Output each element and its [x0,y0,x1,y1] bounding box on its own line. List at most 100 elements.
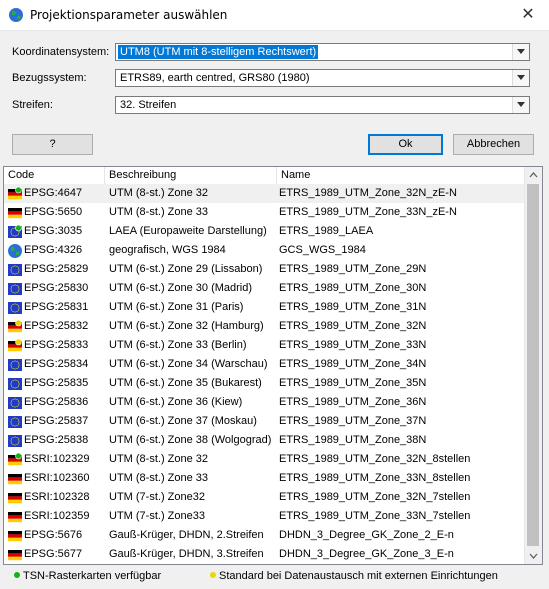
cell-name: ETRS_1989_UTM_Zone_29N [279,263,427,275]
eu-flag-icon [8,435,22,447]
scroll-down-icon[interactable] [525,547,542,564]
chevron-down-icon[interactable] [512,44,529,60]
scrollbar-thumb[interactable] [527,184,539,546]
eu-flag-icon [8,416,22,428]
table-row[interactable]: ESRI:102359 UTM (7-st.) Zone33 ETRS_1989_U… [4,507,527,526]
cell-beschreibung: UTM (6-st.) Zone 34 (Warschau) [109,358,268,370]
cell-code: EPSG:25836 [24,396,89,408]
cell-beschreibung: UTM (6-st.) Zone 32 (Hamburg) [109,320,264,332]
germany-flag-icon [8,338,22,352]
cell-beschreibung: Gauß-Krüger, DHDN, 2.Streifen [109,529,264,541]
chevron-down-icon[interactable] [512,70,529,86]
green-dot-icon [14,572,20,578]
vertical-scrollbar[interactable] [524,167,542,564]
table-row[interactable]: EPSG:25831 UTM (6-st.) Zone 31 (Paris) ETR… [4,298,527,317]
koordinatensystem-label: Koordinatensystem: [12,46,110,58]
germany-flag-icon [8,512,22,523]
globe-icon [9,8,23,22]
list-header: Code Beschreibung Name [4,167,527,185]
table-row[interactable]: ESRI:102328 UTM (7-st.) Zone32 ETRS_1989_U… [4,488,527,507]
bezugssystem-select[interactable]: ETRS89, earth centred, GRS80 (1980) [115,69,530,87]
cell-beschreibung: LAEA (Europaweite Darstellung) [109,225,267,237]
cell-beschreibung: UTM (6-st.) Zone 36 (Kiew) [109,396,243,408]
table-row[interactable]: EPSG:25833 UTM (6-st.) Zone 33 (Berlin) ET… [4,336,527,355]
table-row[interactable]: EPSG:25830 UTM (6-st.) Zone 30 (Madrid) ET… [4,279,527,298]
cell-name: ETRS_1989_UTM_Zone_32N_8stellen [279,453,471,465]
column-header-code[interactable]: Code [4,167,105,184]
cell-beschreibung: UTM (8-st.) Zone 32 [109,187,209,199]
legend-tsn-label: TSN-Rasterkarten verfügbar [23,570,162,582]
cell-name: DHDN_3_Degree_GK_Zone_4_E-n [279,564,527,565]
cell-code: EPSG:25837 [24,415,89,427]
close-button[interactable]: ✕ [513,4,543,26]
cell-code: ESRI:102328 [24,491,90,503]
cell-name: ETRS_1989_UTM_Zone_33N_7stellen [279,510,471,522]
cell-name: ETRS_1989_UTM_Zone_33N_8stellen [279,472,471,484]
cell-beschreibung: UTM (8-st.) Zone 32 [109,453,209,465]
germany-flag-icon [8,493,22,504]
table-row[interactable]: EPSG:25837 UTM (6-st.) Zone 37 (Moskau) ET… [4,412,527,431]
cancel-button[interactable]: Abbrechen [453,134,534,155]
legend-standard: Standard bei Datenaustausch mit externen… [210,568,498,584]
table-row[interactable]: EPSG:5677 Gauß-Krüger, DHDN, 3.Streifen DH… [4,545,527,564]
list-rows: EPSG:4647 UTM (8-st.) Zone 32 ETRS_1989_UT… [4,184,527,565]
cell-code: ESRI:102359 [24,510,90,522]
table-row[interactable]: EPSG:25832 UTM (6-st.) Zone 32 (Hamburg) E… [4,317,527,336]
cell-beschreibung: UTM (6-st.) Zone 30 (Madrid) [109,282,253,294]
eu-flag-icon [8,378,22,390]
cell-beschreibung: UTM (7-st.) Zone33 [109,510,205,522]
table-row[interactable]: EPSG:4647 UTM (8-st.) Zone 32 ETRS_1989_UT… [4,184,527,203]
cell-code: EPSG:25831 [24,301,89,313]
table-row[interactable]: EPSG:25835 UTM (6-st.) Zone 35 (Bukarest)… [4,374,527,393]
eu-flag-icon [8,224,22,238]
cell-code: EPSG:25835 [24,377,89,389]
column-header-name[interactable]: Name [277,167,527,184]
table-row[interactable]: EPSG:4326 geografisch, WGS 1984 GCS_WGS_19… [4,241,527,260]
cell-beschreibung: Gauß-Krüger, DHDN, 3.Streifen [109,548,264,560]
cell-code: EPSG:25834 [24,358,89,370]
table-row[interactable]: ESRI:102329 UTM (8-st.) Zone 32 ETRS_1989_… [4,450,527,469]
globe-icon [8,244,22,258]
table-row[interactable]: ESRI:102360 UTM (8-st.) Zone 33 ETRS_1989_… [4,469,527,488]
cell-name: ETRS_1989_UTM_Zone_32N [279,320,427,332]
column-header-beschreibung[interactable]: Beschreibung [105,167,277,184]
cell-name: ETRS_1989_UTM_Zone_30N [279,282,427,294]
window-title: Projektionsparameter auswählen [30,8,228,22]
table-row[interactable]: EPSG:25829 UTM (6-st.) Zone 29 (Lissabon)… [4,260,527,279]
chevron-down-icon[interactable] [512,97,529,113]
cell-beschreibung: UTM (6-st.) Zone 33 (Berlin) [109,339,247,351]
germany-flag-icon [8,452,22,466]
table-row[interactable]: EPSG:3035 LAEA (Europaweite Darstellung) E… [4,222,527,241]
cell-name: ETRS_1989_UTM_Zone_37N [279,415,427,427]
cell-code: EPSG:5677 [24,548,83,560]
cell-code: EPSG:25832 [24,320,89,332]
cell-beschreibung: UTM (6-st.) Zone 35 (Bukarest) [109,377,262,389]
cell-name: ETRS_1989_LAEA [279,225,374,237]
table-row[interactable]: EPSG:5678 Gauß-Krüger, DHDN, 4.StreifenDH… [4,564,527,565]
cell-code: EPSG:25838 [24,434,89,446]
ok-button[interactable]: Ok [368,134,443,155]
cell-beschreibung: UTM (6-st.) Zone 31 (Paris) [109,301,244,313]
eu-flag-icon [8,264,22,276]
cell-name: ETRS_1989_UTM_Zone_34N [279,358,427,370]
scroll-up-icon[interactable] [525,167,542,184]
bezugssystem-label: Bezugssystem: [12,72,87,84]
germany-flag-icon [8,474,22,485]
germany-flag-icon [8,186,22,200]
projection-list[interactable]: Code Beschreibung Name EPSG:4647 UTM (8-s… [3,166,543,565]
cell-beschreibung: UTM (7-st.) Zone32 [109,491,205,503]
legend-bar: TSN-Rasterkarten verfügbar Standard bei … [0,568,549,586]
cell-name: ETRS_1989_UTM_Zone_33N [279,339,427,351]
table-row[interactable]: EPSG:25836 UTM (6-st.) Zone 36 (Kiew) ETRS… [4,393,527,412]
cell-code: EPSG:4326 [24,244,83,256]
cell-name: ETRS_1989_UTM_Zone_32N_7stellen [279,491,471,503]
help-button[interactable]: ? [12,134,93,155]
table-row[interactable]: EPSG:5650 UTM (8-st.) Zone 33 ETRS_1989_UT… [4,203,527,222]
table-row[interactable]: EPSG:25838 UTM (6-st.) Zone 38 (Wolgograd… [4,431,527,450]
streifen-select[interactable]: 32. Streifen [115,96,530,114]
table-row[interactable]: EPSG:5676 Gauß-Krüger, DHDN, 2.Streifen DH… [4,526,527,545]
cell-code: EPSG:5676 [24,529,83,541]
koordinatensystem-select[interactable]: UTM8 (UTM mit 8-stelligem Rechtswert) [115,43,530,61]
cell-code: EPSG:25830 [24,282,89,294]
table-row[interactable]: EPSG:25834 UTM (6-st.) Zone 34 (Warschau)… [4,355,527,374]
